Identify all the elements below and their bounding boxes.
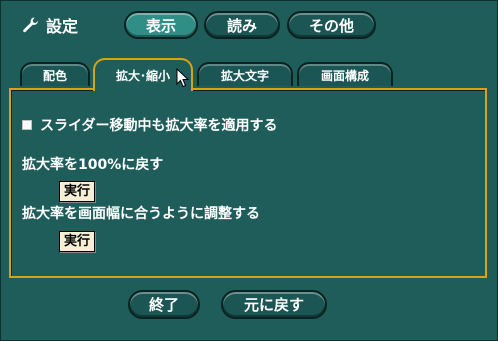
revert-button[interactable]: 元に戻す — [221, 290, 327, 319]
wrench-icon — [22, 16, 40, 34]
settings-header: 設定 — [22, 13, 78, 37]
close-button[interactable]: 終了 — [128, 290, 200, 319]
reset-zoom-execute-button[interactable]: 実行 — [59, 181, 96, 202]
fit-width-execute-button[interactable]: 実行 — [59, 231, 96, 252]
mode-button-display[interactable]: 表示 — [124, 11, 198, 39]
settings-title: 設定 — [46, 17, 79, 36]
fit-width-label: 拡大率を画面幅に合うように調整する — [22, 206, 260, 222]
apply-during-slider-option[interactable]: スライダー移動中も拡大率を適用する — [22, 115, 277, 135]
tab-screen-layout[interactable]: 画面構成 — [297, 62, 393, 86]
mouse-cursor-icon — [176, 67, 190, 92]
apply-during-slider-checkbox[interactable] — [22, 120, 32, 130]
mode-button-reading[interactable]: 読み — [204, 11, 280, 39]
tab-color-scheme[interactable]: 配色 — [20, 62, 90, 86]
apply-during-slider-label: スライダー移動中も拡大率を適用する — [40, 118, 278, 134]
mode-button-other[interactable]: その他 — [287, 11, 376, 39]
reset-zoom-label: 拡大率を100%に戻す — [22, 157, 164, 173]
tab-large-text[interactable]: 拡大文字 — [197, 62, 293, 86]
